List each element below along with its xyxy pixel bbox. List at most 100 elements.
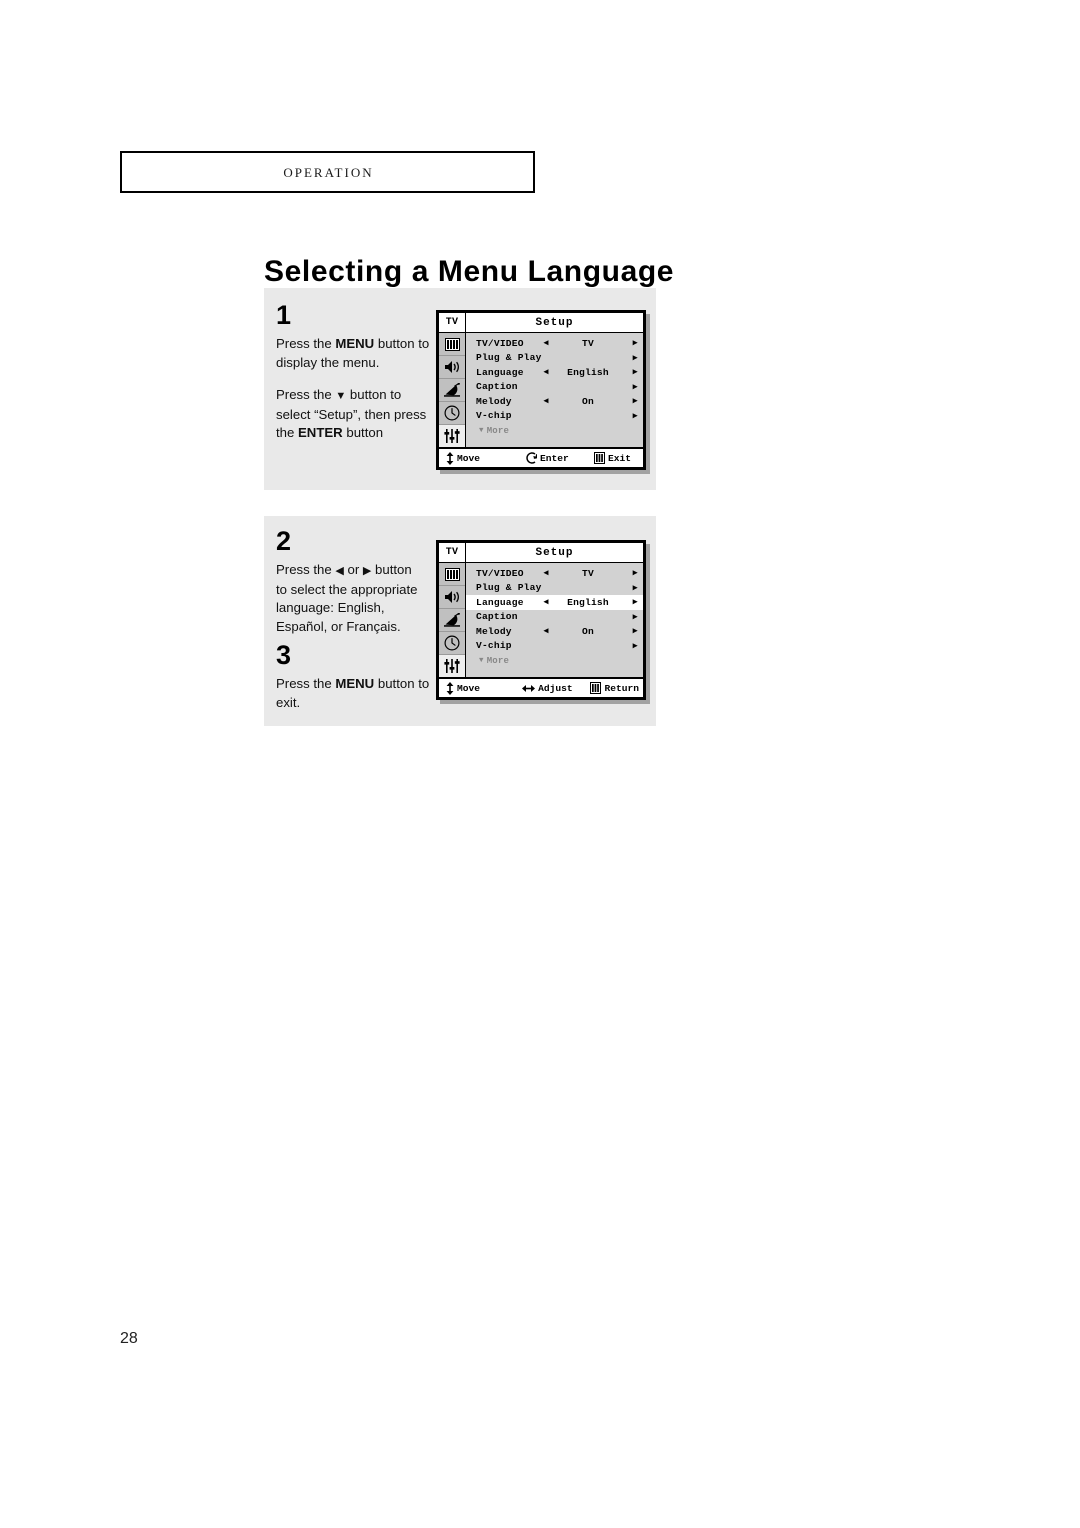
osd-row-value: TV — [582, 337, 594, 349]
osd-row-label: V-chip — [476, 640, 512, 652]
left-arrow-icon[interactable]: ◀ — [538, 568, 554, 578]
osd-footer-item[interactable]: Move — [443, 681, 522, 695]
osd-body: TV/VIDEO ◀ TV ▶ Plug & Play ▶ Language ◀ English… — [439, 563, 643, 677]
picture-icon[interactable] — [439, 333, 465, 356]
text-run: Press the — [276, 387, 336, 402]
osd-tv-tag: TV — [439, 543, 466, 562]
text-run: Español, or Français. — [276, 618, 401, 634]
right-arrow-icon[interactable]: ▶ — [622, 641, 638, 651]
osd-footer-label: Return — [604, 682, 639, 694]
text-run: display the menu. — [276, 354, 380, 370]
step-block-3: 3 Press the MENU button to exit. — [276, 642, 429, 712]
osd-menu-row[interactable]: Language ◀ English ▶ — [466, 595, 643, 610]
left-arrow-icon[interactable]: ◀ — [538, 338, 554, 348]
left-arrow-icon[interactable]: ◀ — [538, 396, 554, 406]
osd-row-label: TV/VIDEO — [476, 567, 524, 579]
osd-titlebar: TV Setup — [439, 313, 643, 333]
right-arrow-icon[interactable]: ▶ — [622, 597, 638, 607]
osd-footer-label: Enter — [540, 452, 569, 464]
osd-menu-row[interactable]: TV/VIDEO ◀ TV ▶ — [466, 336, 643, 351]
right-arrow-icon[interactable]: ▶ — [622, 353, 638, 363]
page-title: Selecting a Menu Language — [264, 255, 675, 289]
text-run: exit. — [276, 694, 301, 710]
step-number: 2 — [276, 526, 292, 556]
osd-menu-row[interactable]: Caption ▶ — [466, 610, 643, 625]
page-number: 28 — [120, 1330, 138, 1347]
tv-osd-screen-step2: TV Setup TV/VIDEO ◀ TV ▶ Plug & Play ▶ Languag… — [436, 540, 646, 700]
right-arrow-icon[interactable]: ▶ — [622, 382, 638, 392]
osd-menu-row[interactable]: Caption ▶ — [466, 380, 643, 395]
text-run: button — [342, 425, 384, 440]
updown-arrows-icon — [446, 451, 454, 465]
osd-footer-item[interactable]: Exit — [594, 452, 639, 464]
osd-row-label: Caption — [476, 611, 518, 623]
sliders-setup-icon[interactable] — [439, 655, 465, 677]
text-run: button to — [346, 387, 402, 402]
osd-row-value: TV — [582, 567, 594, 579]
sound-speaker-icon[interactable] — [439, 586, 465, 609]
right-arrow-icon[interactable]: ▶ — [622, 338, 638, 348]
right-arrow-icon[interactable]: ▶ — [622, 612, 638, 622]
text-run: Press the — [276, 676, 336, 691]
osd-menu-row[interactable]: Melody ◀ On ▶ — [466, 394, 643, 409]
text-run: Press the — [276, 562, 336, 577]
osd-footer-step1: Move Enter Exit — [439, 447, 643, 467]
direction-arrow-icon: ◀ — [335, 565, 344, 577]
osd-menu-row[interactable]: Language ◀ English ▶ — [466, 365, 643, 380]
left-arrow-icon[interactable]: ◀ — [538, 597, 554, 607]
button-name: ENTER — [298, 425, 343, 440]
osd-titlebar: TV Setup — [439, 543, 643, 563]
osd-menu-row[interactable]: V-chip ▶ — [466, 409, 643, 424]
left-arrow-icon[interactable]: ◀ — [538, 367, 554, 377]
osd-footer-item[interactable]: Move — [443, 451, 524, 465]
clock-icon[interactable] — [439, 402, 465, 425]
osd-menu-row[interactable]: V-chip ▶ — [466, 639, 643, 654]
step-block-2: 2 Press the ◀ or ▶ button to select the a… — [276, 528, 418, 636]
leftright-arrows-icon — [522, 684, 536, 693]
osd-row-label: Plug & Play — [476, 582, 542, 594]
step-panel-2: 2 Press the ◀ or ▶ button to select the a… — [264, 516, 656, 726]
left-arrow-icon[interactable]: ◀ — [538, 626, 554, 636]
text-run: button to — [374, 676, 430, 691]
clock-icon[interactable] — [439, 632, 465, 655]
running-head-box: Operation — [120, 151, 535, 193]
picture-icon[interactable] — [439, 563, 465, 586]
osd-footer-label: Adjust — [538, 682, 573, 694]
menu-bars-icon — [590, 682, 602, 694]
right-arrow-icon[interactable]: ▶ — [622, 626, 638, 636]
menu-bars-icon — [594, 452, 605, 464]
osd-more-row[interactable]: ▼ More — [466, 423, 643, 438]
right-arrow-icon[interactable]: ▶ — [622, 411, 638, 421]
osd-footer-item[interactable]: Adjust — [522, 683, 590, 694]
step-panel-1: 1 Press the MENU button to display the me… — [264, 288, 656, 490]
osd-menu-rows: TV/VIDEO ◀ TV ▶ Plug & Play ▶ Language ◀ English… — [466, 563, 643, 677]
osd-menu-row[interactable]: TV/VIDEO ◀ TV ▶ — [466, 566, 643, 581]
osd-menu-title: Setup — [535, 316, 574, 329]
instruction-line: the ENTER button — [276, 424, 429, 443]
osd-menu-row[interactable]: Melody ◀ On ▶ — [466, 624, 643, 639]
osd-menu-row[interactable]: Plug & Play ▶ — [466, 581, 643, 596]
osd-footer-item[interactable]: Enter — [524, 452, 594, 464]
instruction-line: Press the MENU button to — [276, 335, 429, 354]
osd-more-row[interactable]: ▼ More — [466, 653, 643, 668]
chevron-down-icon: ▼ — [479, 426, 484, 435]
satellite-dish-icon[interactable] — [439, 609, 465, 632]
right-arrow-icon[interactable]: ▶ — [622, 396, 638, 406]
text-run: language: English, — [276, 600, 385, 615]
instruction-line: Español, or Français. — [276, 618, 418, 637]
tv-osd-screen-step1: TV Setup TV/VIDEO ◀ TV ▶ Plug & Play ▶ Languag… — [436, 310, 646, 470]
instruction-line: Press the ▼ button to — [276, 386, 429, 406]
right-arrow-icon[interactable]: ▶ — [622, 367, 638, 377]
osd-footer-item[interactable]: Return — [590, 682, 639, 694]
step-number: 3 — [276, 640, 292, 670]
sound-speaker-icon[interactable] — [439, 356, 465, 379]
sliders-setup-icon[interactable] — [439, 425, 465, 447]
osd-menu-row[interactable]: Plug & Play ▶ — [466, 351, 643, 366]
step-block-1: 1 Press the MENU button to display the me… — [276, 302, 429, 443]
right-arrow-icon[interactable]: ▶ — [622, 583, 638, 593]
right-arrow-icon[interactable]: ▶ — [622, 568, 638, 578]
text-run: button — [371, 562, 412, 577]
satellite-dish-icon[interactable] — [439, 379, 465, 402]
instruction-line: language: English, — [276, 599, 418, 618]
osd-footer-step2: Move Adjust Return — [439, 677, 643, 697]
